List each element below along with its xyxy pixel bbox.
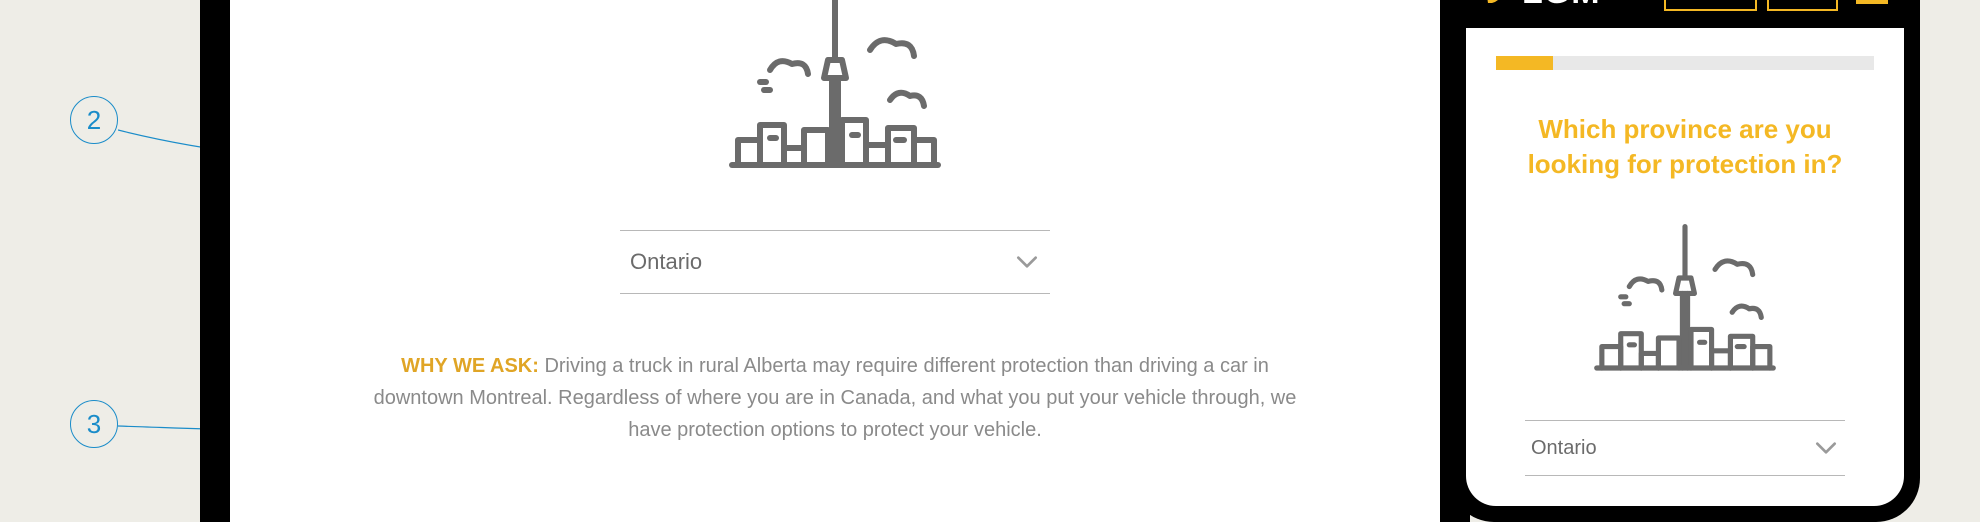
city-illustration	[720, 0, 950, 200]
mobile-device-frame: LGM Dealers HUB Which province are you l…	[1450, 0, 1920, 522]
province-select[interactable]: Ontario	[620, 230, 1050, 294]
province-selected-value: Ontario	[630, 249, 702, 275]
hamburger-menu-icon[interactable]	[1856, 0, 1888, 4]
chevron-down-icon	[1014, 249, 1040, 275]
city-illustration-mobile	[1575, 218, 1795, 398]
mobile-body: Which province are you looking for prote…	[1466, 28, 1904, 476]
desktop-device-frame: Ontario WHY WE ASK: Driving a truck in r…	[200, 0, 1470, 522]
annotation-marker-3: 3	[70, 400, 118, 448]
hub-button[interactable]: HUB	[1767, 0, 1838, 11]
annotation-number: 3	[70, 400, 118, 448]
province-selected-value-mobile: Ontario	[1531, 437, 1597, 460]
progress-bar	[1496, 56, 1874, 70]
why-we-ask-block: WHY WE ASK: Driving a truck in rural Alb…	[365, 350, 1305, 446]
brand-name: LGM	[1522, 0, 1601, 12]
mobile-header: LGM Dealers HUB	[1466, 0, 1904, 28]
why-we-ask-label: WHY WE ASK:	[401, 355, 539, 377]
dealers-button[interactable]: Dealers	[1664, 0, 1758, 11]
annotation-number: 2	[70, 96, 118, 144]
mobile-page: LGM Dealers HUB Which province are you l…	[1466, 0, 1904, 506]
progress-fill	[1496, 56, 1553, 70]
page-heading: Which province are you looking for prote…	[1496, 112, 1874, 182]
desktop-page: Ontario WHY WE ASK: Driving a truck in r…	[230, 0, 1440, 522]
brand-logo: LGM	[1482, 0, 1654, 12]
chevron-down-icon	[1813, 435, 1839, 461]
province-select-mobile[interactable]: Ontario	[1525, 420, 1845, 476]
logo-mark-icon	[1482, 0, 1516, 9]
annotation-marker-2: 2	[70, 96, 118, 144]
